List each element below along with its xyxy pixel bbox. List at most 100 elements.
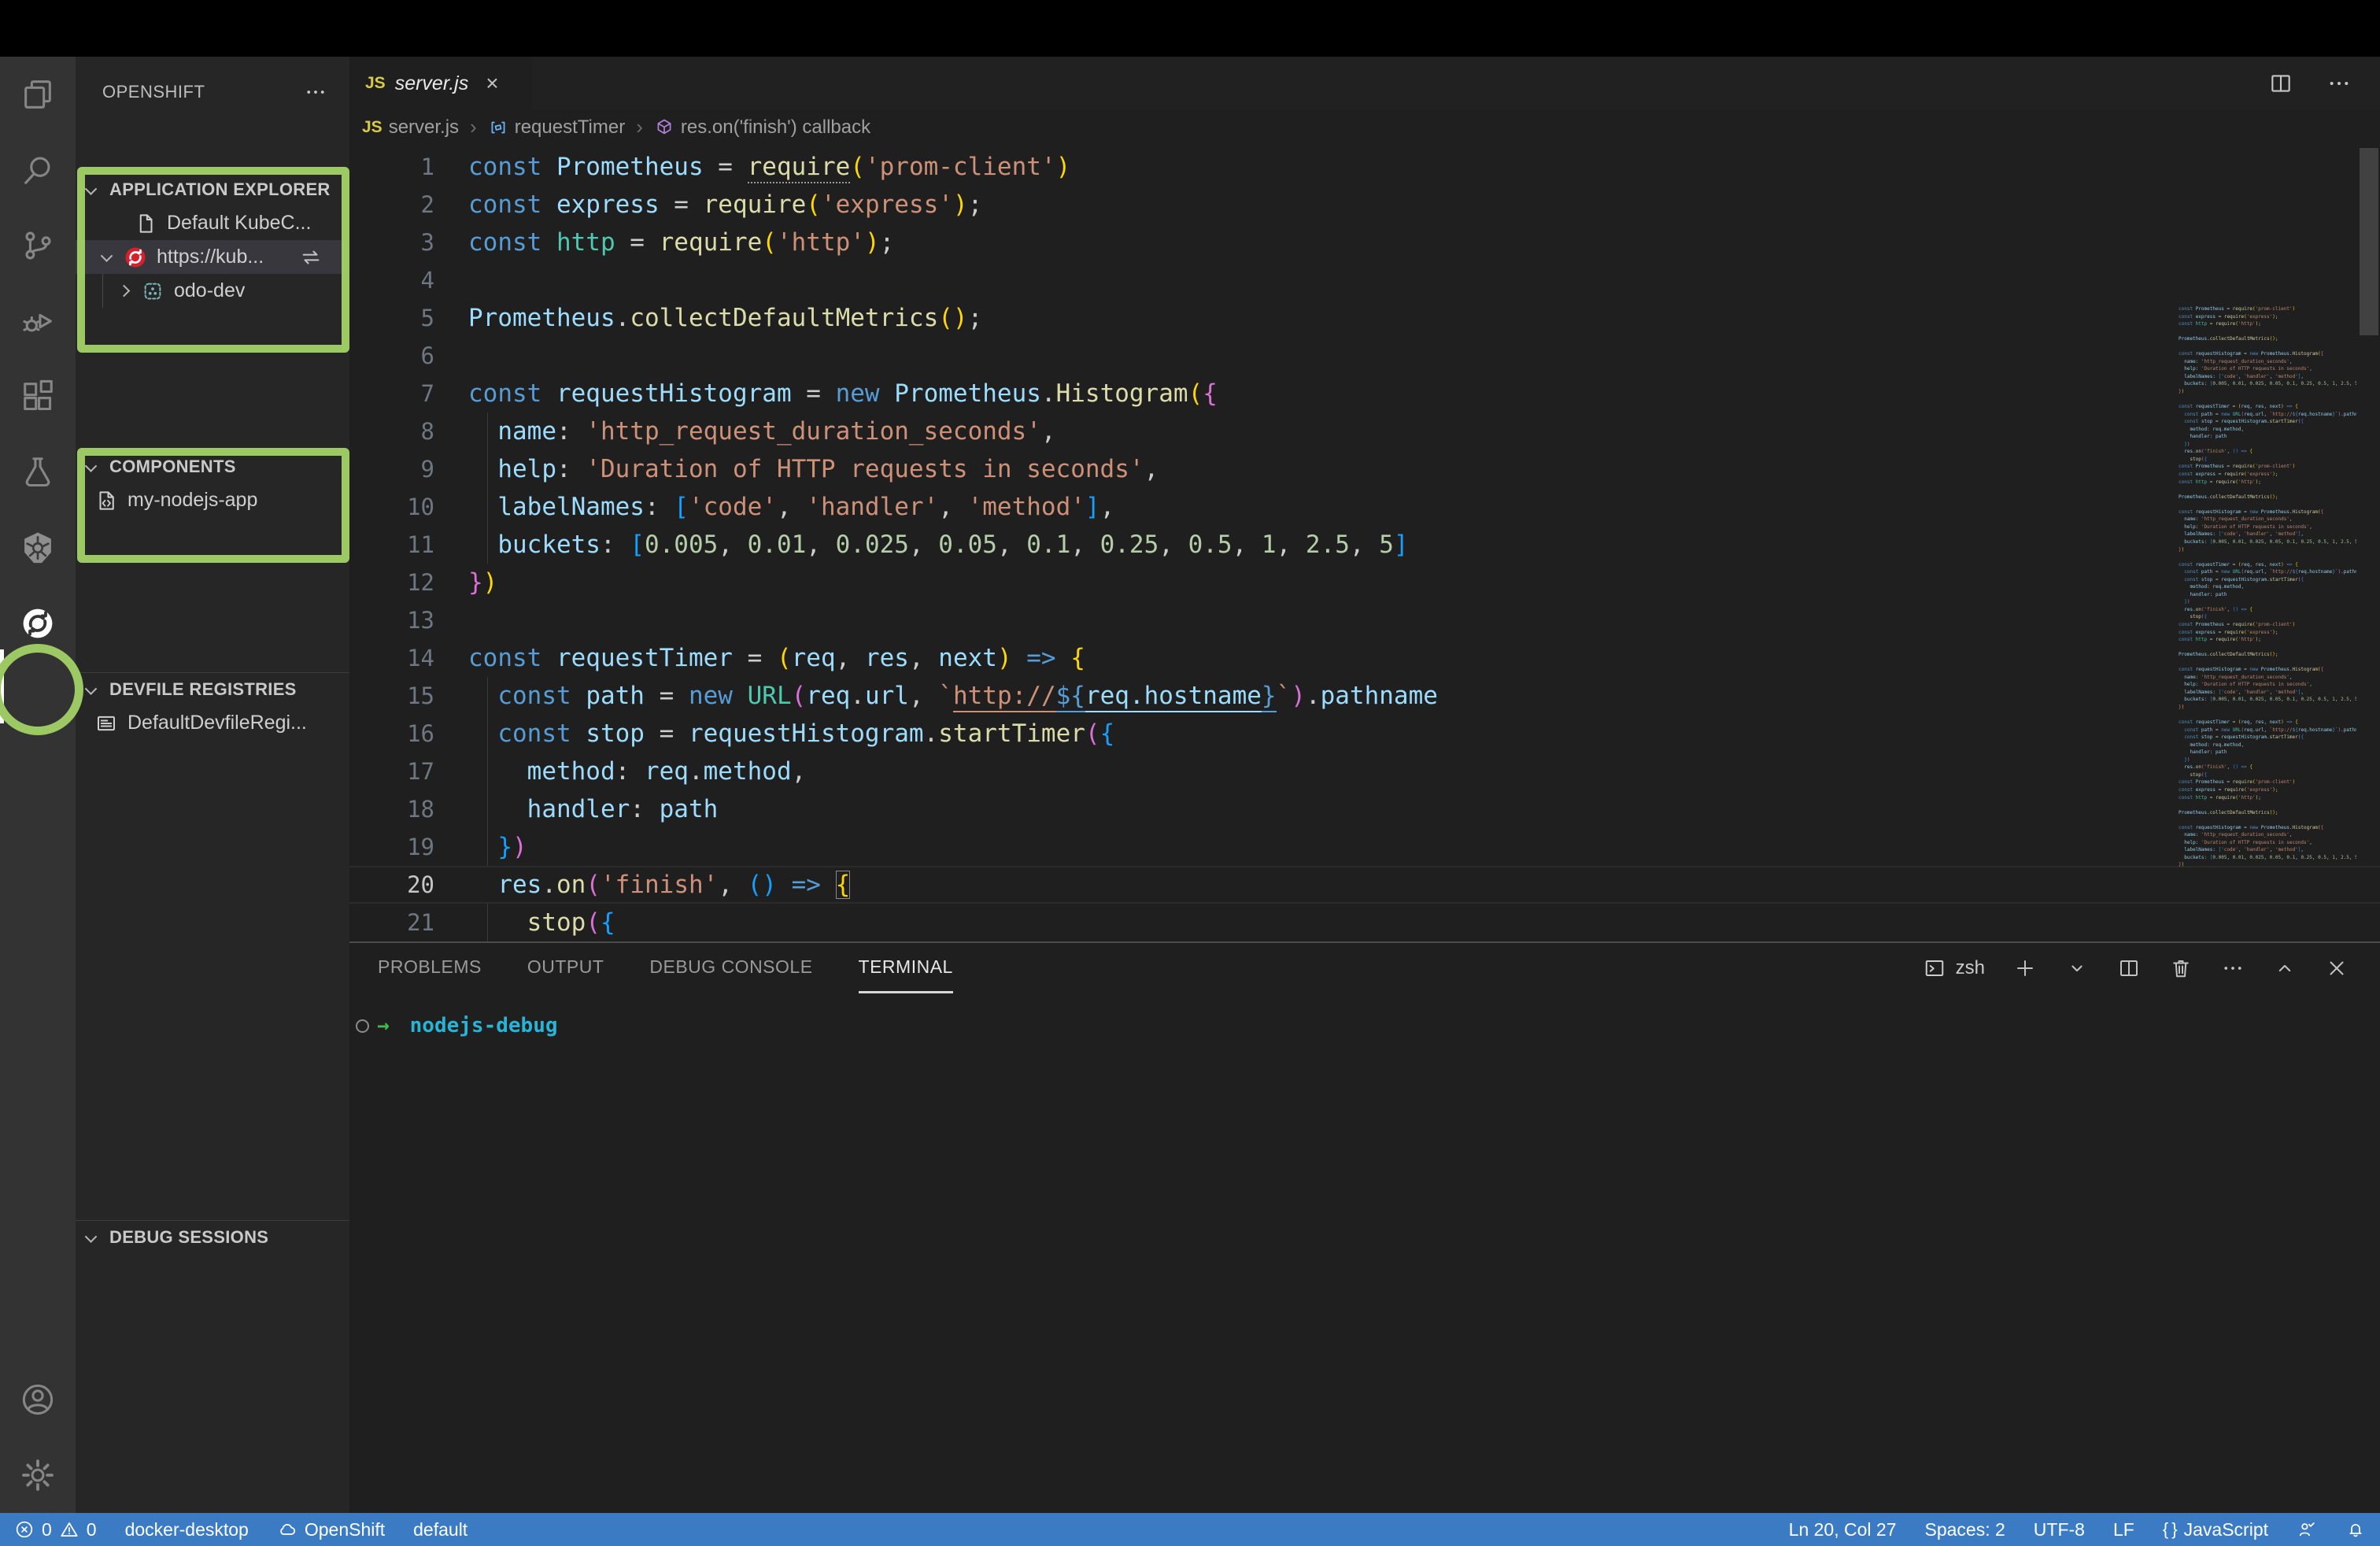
status-text: JavaScript: [2184, 1519, 2268, 1540]
activity-bar-explorer-icon[interactable]: [0, 57, 76, 132]
minimap-row: stop({: [2179, 771, 2356, 779]
code-line[interactable]: 11 buckets: [0.005, 0.01, 0.025, 0.05, 0…: [349, 526, 2380, 564]
line-number: 19: [349, 828, 434, 866]
split-terminal-icon[interactable]: [2117, 956, 2141, 980]
tree-item-my-nodejs-app[interactable]: my-nodejs-app: [76, 483, 349, 517]
minimap-row: const stop = requestHistogram.startTimer…: [2179, 418, 2356, 426]
section-devfile-registries: DEVFILE REGISTRIESDefaultDevfileRegi...: [76, 672, 349, 740]
activity-bar-run-and-debug-icon[interactable]: [0, 283, 76, 359]
maximize-panel-icon[interactable]: [2273, 956, 2297, 980]
kill-terminal-icon[interactable]: [2169, 956, 2193, 980]
code-line[interactable]: 10 labelNames: ['code', 'handler', 'meth…: [349, 488, 2380, 526]
panel-tab-output[interactable]: OUTPUT: [527, 943, 604, 993]
indent-guide: [487, 412, 488, 450]
code-line[interactable]: 1 const Prometheus = require('prom-client…: [349, 148, 2380, 186]
sync-icon[interactable]: [299, 246, 323, 269]
status-text: UTF-8: [2034, 1519, 2085, 1540]
minimap[interactable]: const Prometheus = require('prom-client'…: [2179, 305, 2356, 869]
line-number: 12: [349, 564, 434, 601]
activity-bar-source-control-icon[interactable]: [0, 208, 76, 283]
shell-label: zsh: [1956, 957, 1985, 979]
status-kube-context[interactable]: docker-desktop: [125, 1519, 249, 1540]
code-editor[interactable]: 1 const Prometheus = require('prom-client…: [349, 144, 2380, 941]
tree-indent-guide: [102, 274, 103, 308]
code-line[interactable]: 14const requestTimer = (req, res, next) …: [349, 639, 2380, 677]
tree-item-default-kubec-[interactable]: Default KubeC...: [76, 206, 349, 240]
status-problems[interactable]: 00: [14, 1519, 97, 1540]
activity-bar-extensions-icon[interactable]: [0, 359, 76, 435]
javascript-file-icon: JS: [362, 118, 382, 137]
new-terminal-icon[interactable]: [2013, 956, 2037, 980]
status-notifications[interactable]: [2345, 1519, 2366, 1540]
status-language-mode[interactable]: { }JavaScript: [2163, 1519, 2268, 1540]
section-header[interactable]: DEVFILE REGISTRIES: [76, 673, 349, 706]
activity-bar-kubernetes-icon[interactable]: [0, 510, 76, 586]
line-number: 1: [349, 148, 434, 186]
code-text: const Prometheus = require('prom-client'…: [468, 148, 1070, 186]
editor-scrollbar[interactable]: [2360, 148, 2378, 335]
split-editor-icon[interactable]: [2268, 71, 2293, 96]
status-cursor-position[interactable]: Ln 20, Col 27: [1789, 1519, 1897, 1540]
tree-item-odo-dev[interactable]: odo-dev: [76, 274, 349, 308]
breadcrumb-item[interactable]: res.on('finish') callback: [654, 117, 870, 139]
code-line[interactable]: 3const http = require('http');: [349, 224, 2380, 261]
tree-item-defaultdevfileregi-[interactable]: DefaultDevfileRegi...: [76, 706, 349, 740]
chevron-down-icon: [85, 682, 98, 695]
status-text: docker-desktop: [125, 1519, 249, 1540]
close-panel-icon[interactable]: [2325, 956, 2349, 980]
section-header[interactable]: COMPONENTS: [76, 450, 349, 483]
code-line[interactable]: 21 stop({: [349, 904, 2380, 941]
cloud-icon: [277, 1519, 298, 1540]
tab-server-js[interactable]: JS server.js ×: [349, 57, 532, 110]
panel-tab-debug-console[interactable]: DEBUG CONSOLE: [649, 943, 812, 993]
code-line[interactable]: 6: [349, 337, 2380, 375]
close-tab-icon[interactable]: ×: [486, 72, 498, 94]
code-line[interactable]: 5Prometheus.collectDefaultMetrics();: [349, 299, 2380, 337]
more-actions-icon[interactable]: [304, 80, 327, 104]
panel-tab-problems[interactable]: PROBLEMS: [378, 943, 482, 993]
code-line[interactable]: 9 help: 'Duration of HTTP requests in se…: [349, 450, 2380, 488]
code-line[interactable]: 19 }): [349, 828, 2380, 866]
code-line[interactable]: 20 res.on('finish', () => {: [349, 866, 2380, 904]
activity-bar-manage-gear-icon[interactable]: [0, 1437, 76, 1513]
status-openshift-status[interactable]: OpenShift: [277, 1519, 385, 1540]
status-active-namespace[interactable]: default: [413, 1519, 468, 1540]
code-line[interactable]: 12}): [349, 564, 2380, 601]
code-line[interactable]: 7const requestHistogram = new Prometheus…: [349, 375, 2380, 412]
code-line[interactable]: 2const express = require('express');: [349, 186, 2380, 224]
terminal-dropdown-icon[interactable]: [2065, 956, 2089, 980]
tree-item-https-kub-[interactable]: https://kub...: [76, 240, 349, 274]
status-feedback[interactable]: [2297, 1519, 2317, 1540]
breadcrumb: JSserver.js›requestTimer›res.on('finish'…: [349, 110, 2380, 144]
minimap-row: [2179, 501, 2356, 509]
activity-bar-openshift-icon[interactable]: [0, 586, 76, 661]
minimap-row: const path = new URL(req.url, `http://${…: [2179, 568, 2356, 576]
activity-bar-accounts-icon[interactable]: [0, 1362, 76, 1437]
code-line[interactable]: 8 name: 'http_request_duration_seconds',: [349, 412, 2380, 450]
terminal-content[interactable]: → nodejs-debug: [356, 1014, 2380, 1037]
sidebar-header: OPENSHIFT: [76, 57, 349, 128]
section-header[interactable]: DEBUG SESSIONS: [76, 1221, 349, 1254]
chevron-right-icon[interactable]: [118, 285, 131, 298]
breadcrumb-item[interactable]: requestTimer: [488, 117, 625, 139]
code-line[interactable]: 16 const stop = requestHistogram.startTi…: [349, 715, 2380, 753]
code-line[interactable]: 17 method: req.method,: [349, 753, 2380, 790]
status-indentation[interactable]: Spaces: 2: [1925, 1519, 2005, 1540]
activity-bar-search-icon[interactable]: [0, 132, 76, 208]
status-encoding[interactable]: UTF-8: [2034, 1519, 2085, 1540]
chevron-down-icon[interactable]: [101, 250, 113, 262]
section-header[interactable]: APPLICATION EXPLORER: [76, 173, 349, 206]
minimap-row: buckets: [0.005, 0.01, 0.025, 0.05, 0.1,…: [2179, 696, 2356, 704]
section-debug-sessions: DEBUG SESSIONS: [76, 1220, 349, 1254]
breadcrumb-item[interactable]: JSserver.js: [362, 117, 459, 139]
editor-more-actions-icon[interactable]: [2326, 71, 2352, 96]
code-line[interactable]: 15 const path = new URL(req.url, `http:/…: [349, 677, 2380, 715]
code-line[interactable]: 18 handler: path: [349, 790, 2380, 828]
panel-more-actions-icon[interactable]: [2221, 956, 2245, 980]
shell-selector[interactable]: zsh: [1923, 956, 1985, 980]
code-line[interactable]: 13: [349, 601, 2380, 639]
code-line[interactable]: 4: [349, 261, 2380, 299]
status-eol[interactable]: LF: [2113, 1519, 2134, 1540]
panel-tab-terminal[interactable]: TERMINAL: [859, 943, 953, 993]
activity-bar-testing-icon[interactable]: [0, 435, 76, 510]
